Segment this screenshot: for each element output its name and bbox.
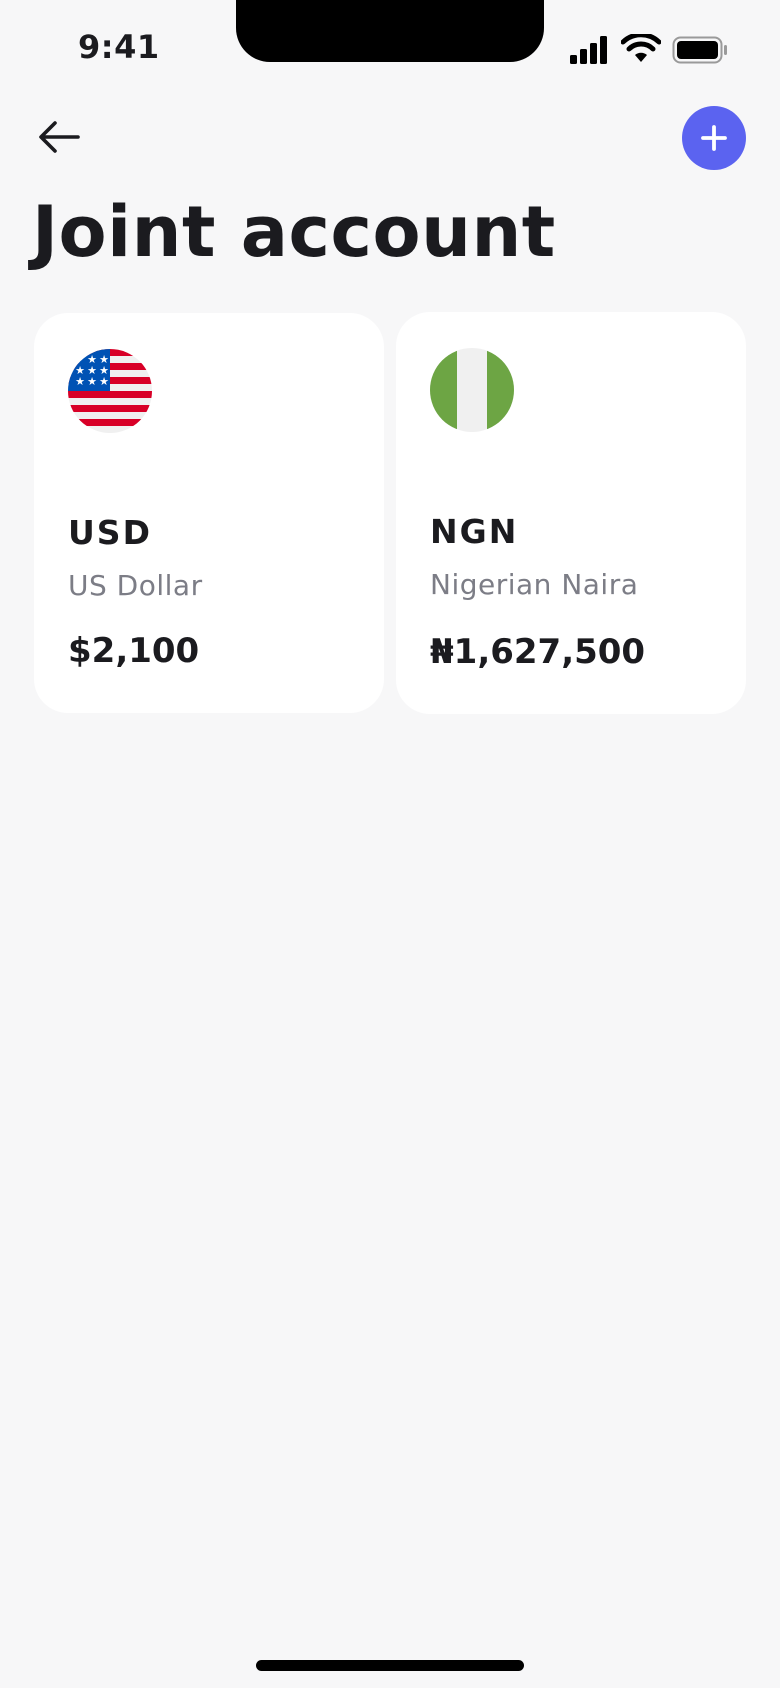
account-balance: ₦1,627,500 <box>430 632 646 672</box>
home-indicator <box>256 1660 524 1671</box>
status-bar: 9:41 <box>0 0 780 100</box>
plus-icon <box>701 125 727 151</box>
page-title: Joint account <box>32 191 556 273</box>
account-card-ngn[interactable]: NGN Nigerian Naira ₦1,627,500 <box>396 312 746 714</box>
us-flag-icon: ★ ★ ★ ★ ★ ★ ★ ★ <box>68 349 152 433</box>
arrow-left-icon <box>39 121 80 153</box>
back-button[interactable] <box>30 108 88 166</box>
svg-text:★: ★ <box>99 375 109 388</box>
currency-name: US Dollar <box>68 569 203 602</box>
nigeria-flag-icon <box>430 348 514 432</box>
wifi-icon <box>621 34 661 62</box>
currency-name: Nigerian Naira <box>430 568 639 601</box>
svg-text:★: ★ <box>87 375 97 388</box>
account-balance: $2,100 <box>68 631 200 671</box>
signal-icon <box>570 36 607 64</box>
svg-text:★: ★ <box>75 375 85 388</box>
status-time: 9:41 <box>78 28 160 66</box>
currency-code: NGN <box>430 512 519 551</box>
currency-code: USD <box>68 513 152 552</box>
notch <box>236 0 544 62</box>
account-card-usd[interactable]: ★ ★ ★ ★ ★ ★ ★ ★ USD US Dollar $2,100 <box>34 313 384 713</box>
add-button[interactable] <box>682 106 746 170</box>
battery-icon <box>672 36 727 64</box>
